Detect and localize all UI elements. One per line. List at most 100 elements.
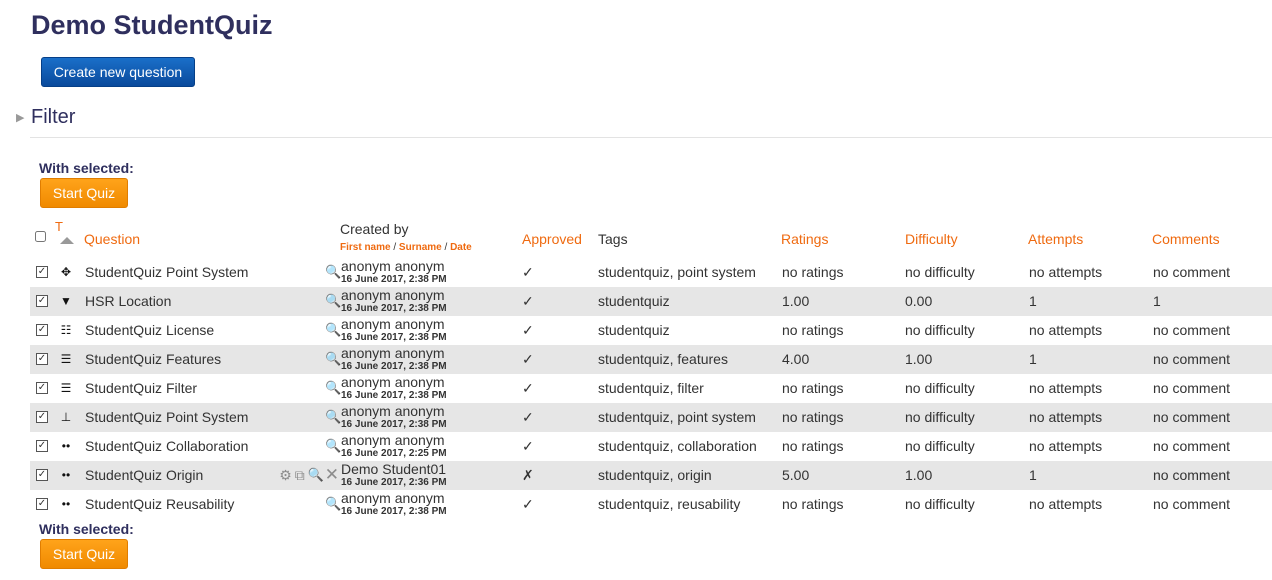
tags-cell: studentquiz: [598, 322, 670, 338]
table-row: ✓ ⊥ StudentQuiz Point System 🔍 anonym anonym…: [30, 403, 1272, 432]
preview-icon[interactable]: 🔍: [325, 264, 341, 280]
row-checkbox[interactable]: ✓: [36, 353, 48, 365]
creator-name: anonym anonym: [341, 403, 445, 419]
row-actions: 🔍: [267, 495, 341, 513]
difficulty-column-header[interactable]: Difficulty: [905, 231, 958, 247]
delete-icon[interactable]: ✕: [325, 465, 339, 485]
comments-cell: no comment: [1153, 438, 1231, 454]
question-name: StudentQuiz Origin: [85, 467, 204, 483]
created-date: 16 June 2017, 2:38 PM: [341, 303, 447, 314]
filter-section-header[interactable]: ▶ Filter: [16, 106, 75, 129]
difficulty-cell: no difficulty: [905, 496, 975, 512]
attempts-cell: no attempts: [1029, 438, 1103, 454]
question-column-header[interactable]: Question: [84, 231, 140, 247]
created-date: 16 June 2017, 2:38 PM: [341, 419, 447, 430]
question-name: StudentQuiz Features: [85, 351, 222, 367]
expand-triangle-icon[interactable]: ▶: [16, 111, 31, 124]
table-row: ✓ ☷ StudentQuiz License 🔍 anonym anonym 16 Ju…: [30, 316, 1272, 345]
tags-cell: studentquiz, origin: [598, 467, 712, 483]
creator-name: anonym anonym: [341, 374, 445, 390]
created-date: 16 June 2017, 2:38 PM: [341, 361, 447, 372]
created-by-sort-links: First name / Surname / Date: [340, 242, 472, 253]
row-actions: ⚙ ⧉ 🔍 ✕: [267, 465, 339, 485]
question-name: StudentQuiz Filter: [85, 380, 198, 396]
tags-cell: studentquiz, collaboration: [598, 438, 757, 454]
question-name: StudentQuiz Reusability: [85, 496, 235, 512]
select-all-checkbox[interactable]: [35, 231, 46, 242]
comments-column-header[interactable]: Comments: [1152, 231, 1220, 247]
multichoice-icon: ☰: [60, 352, 72, 366]
sort-date-link[interactable]: Date: [450, 242, 472, 253]
created-date: 16 June 2017, 2:36 PM: [341, 477, 447, 488]
drag-drop-icon: ✥: [60, 265, 72, 279]
edit-gear-icon[interactable]: ⚙: [279, 467, 292, 484]
question-name: StudentQuiz Point System: [85, 264, 249, 280]
attempts-column-header[interactable]: Attempts: [1028, 231, 1083, 247]
attempts-cell: no attempts: [1029, 496, 1103, 512]
ratings-cell: no ratings: [782, 322, 844, 338]
preview-icon[interactable]: 🔍: [325, 380, 341, 396]
approved-status: ✗: [522, 467, 534, 483]
ratings-cell: 4.00: [782, 351, 810, 367]
difficulty-cell: no difficulty: [905, 322, 975, 338]
creator-name: anonym anonym: [341, 345, 445, 361]
table-row: ✓ ☰ StudentQuiz Filter 🔍 anonym anonym 16 Jun…: [30, 374, 1272, 403]
tags-cell: studentquiz, reusability: [598, 496, 741, 512]
ratings-cell: no ratings: [782, 496, 844, 512]
row-checkbox[interactable]: ✓: [36, 440, 48, 452]
attempts-cell: no attempts: [1029, 380, 1103, 396]
numerical-icon: ⊥: [60, 410, 72, 424]
row-checkbox[interactable]: ✓: [36, 295, 48, 307]
comments-cell: no comment: [1153, 322, 1231, 338]
preview-icon[interactable]: 🔍: [325, 322, 341, 338]
ratings-column-header[interactable]: Ratings: [781, 231, 828, 247]
approved-status: ✓: [522, 351, 534, 367]
filter-label[interactable]: Filter: [31, 106, 75, 129]
start-quiz-button-top[interactable]: Start Quiz: [40, 178, 128, 208]
approved-status: ✓: [522, 322, 534, 338]
preview-icon[interactable]: 🔍: [325, 496, 341, 512]
ratings-cell: no ratings: [782, 409, 844, 425]
table-row: ✓ ☰ StudentQuiz Features 🔍 anonym anonym 16 J…: [30, 345, 1272, 374]
approved-status: ✓: [522, 496, 534, 512]
creator-name: anonym anonym: [341, 432, 445, 448]
question-name: HSR Location: [85, 293, 172, 309]
approved-column-header[interactable]: Approved: [522, 231, 582, 247]
question-type-sort-link[interactable]: T: [55, 219, 63, 234]
comments-cell: no comment: [1153, 351, 1231, 367]
truefalse-icon: ••: [61, 497, 71, 511]
preview-icon[interactable]: 🔍: [308, 467, 324, 483]
comments-cell: no comment: [1153, 409, 1231, 425]
row-actions: 🔍: [267, 437, 341, 455]
row-checkbox[interactable]: ✓: [36, 498, 48, 510]
comments-cell: no comment: [1153, 467, 1231, 483]
table-row: ✓ ✥ StudentQuiz Point System 🔍 anonym anonym…: [30, 258, 1272, 287]
row-actions: 🔍: [267, 350, 341, 368]
row-checkbox[interactable]: ✓: [36, 324, 48, 336]
dropdown-icon: ▼: [60, 294, 72, 308]
preview-icon[interactable]: 🔍: [325, 409, 341, 425]
creator-name: anonym anonym: [341, 316, 445, 332]
row-checkbox[interactable]: ✓: [36, 469, 48, 481]
create-new-question-button[interactable]: Create new question: [41, 57, 195, 87]
difficulty-cell: 0.00: [905, 293, 933, 309]
preview-icon[interactable]: 🔍: [325, 438, 341, 454]
start-quiz-button-bottom[interactable]: Start Quiz: [40, 539, 128, 569]
row-checkbox[interactable]: ✓: [36, 266, 48, 278]
difficulty-cell: 1.00: [905, 467, 933, 483]
approved-status: ✓: [522, 438, 534, 454]
attempts-cell: no attempts: [1029, 322, 1103, 338]
sort-separator: /: [441, 242, 451, 253]
row-checkbox[interactable]: ✓: [36, 411, 48, 423]
multichoice-icon: ☰: [60, 381, 72, 395]
preview-icon[interactable]: 🔍: [325, 351, 341, 367]
sort-surname-link[interactable]: Surname: [399, 242, 442, 253]
duplicate-icon[interactable]: ⧉: [295, 467, 305, 484]
sort-first-name-link[interactable]: First name: [340, 242, 391, 253]
preview-icon[interactable]: 🔍: [325, 293, 341, 309]
truefalse-icon: ••: [61, 468, 71, 482]
tags-column-header: Tags: [598, 231, 628, 247]
difficulty-cell: no difficulty: [905, 264, 975, 280]
row-checkbox[interactable]: ✓: [36, 382, 48, 394]
with-selected-label-bottom: With selected:: [39, 521, 134, 537]
